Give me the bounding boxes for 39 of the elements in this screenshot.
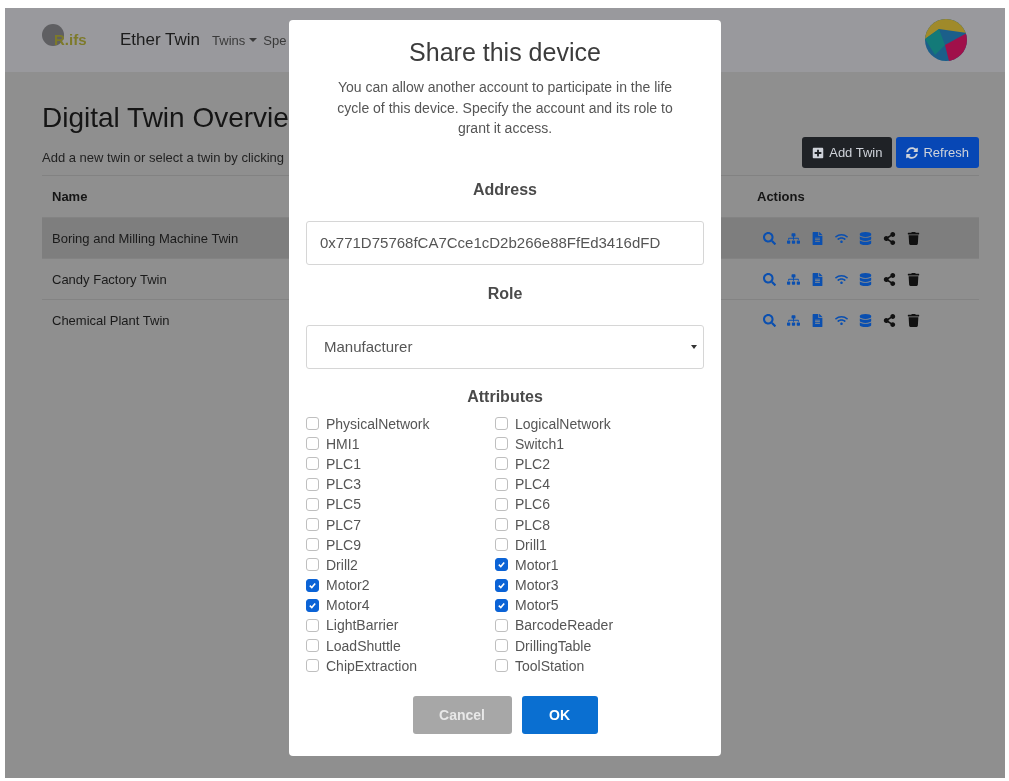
checkbox-label: LightBarrier — [326, 617, 399, 634]
checkbox-label: Motor4 — [326, 597, 370, 614]
checkbox-label: ChipExtraction — [326, 657, 418, 674]
checkbox-label: Motor3 — [515, 577, 559, 594]
checkbox-label: Motor2 — [326, 577, 370, 594]
column-header: Name — [52, 189, 88, 204]
checkbox-label: PhysicalNetwork — [326, 415, 430, 432]
logo-text: R.ifs — [54, 30, 87, 48]
checkbox-label: ToolStation — [515, 657, 585, 674]
checkbox-label: Drill2 — [326, 556, 358, 573]
checkbox-label: Switch1 — [515, 435, 565, 452]
twin-name: Candy Factory Twin — [52, 271, 167, 287]
checkbox-label: PLC6 — [515, 496, 551, 513]
address-label: Address — [473, 180, 537, 199]
checkbox-label: PLC9 — [326, 536, 362, 553]
checkbox-label: DrillingTable — [515, 637, 592, 654]
dialog-title: Share this device — [409, 38, 601, 67]
twin-name: Boring and Milling Machine Twin — [52, 230, 239, 246]
checkbox-label: PLC5 — [326, 496, 362, 513]
twin-name: Chemical Plant Twin — [52, 312, 170, 328]
checkbox-label: PLC8 — [515, 516, 551, 533]
checkbox-label: BarcodeReader — [515, 617, 614, 634]
checkbox-label: PLC7 — [326, 516, 362, 533]
checkbox-label: Drill1 — [515, 536, 547, 553]
page-title: Digital Twin Overvie — [42, 102, 289, 134]
checkbox-label: LoadShuttle — [326, 637, 401, 654]
column-header: Actions — [757, 189, 805, 204]
checkbox-label: HMI1 — [326, 435, 360, 452]
checkbox-label: PLC1 — [326, 455, 362, 472]
checkbox-label: Motor1 — [515, 556, 559, 573]
dialog-description: You can allow another account to participate in the life cycle of this device. Specify the account and its role to grant it access. — [336, 78, 674, 138]
checkbox-label: PLC2 — [515, 455, 551, 472]
checkbox-label: PLC4 — [515, 476, 551, 493]
page-subtitle: Add a new twin or select a twin by clicking — [42, 150, 286, 165]
role-label: Role — [487, 284, 523, 303]
checkbox-label: PLC3 — [326, 476, 362, 493]
attributes-label: Attributes — [467, 387, 543, 406]
checkbox-label: LogicalNetwork — [515, 415, 611, 432]
checkbox-label: Motor5 — [515, 597, 559, 614]
